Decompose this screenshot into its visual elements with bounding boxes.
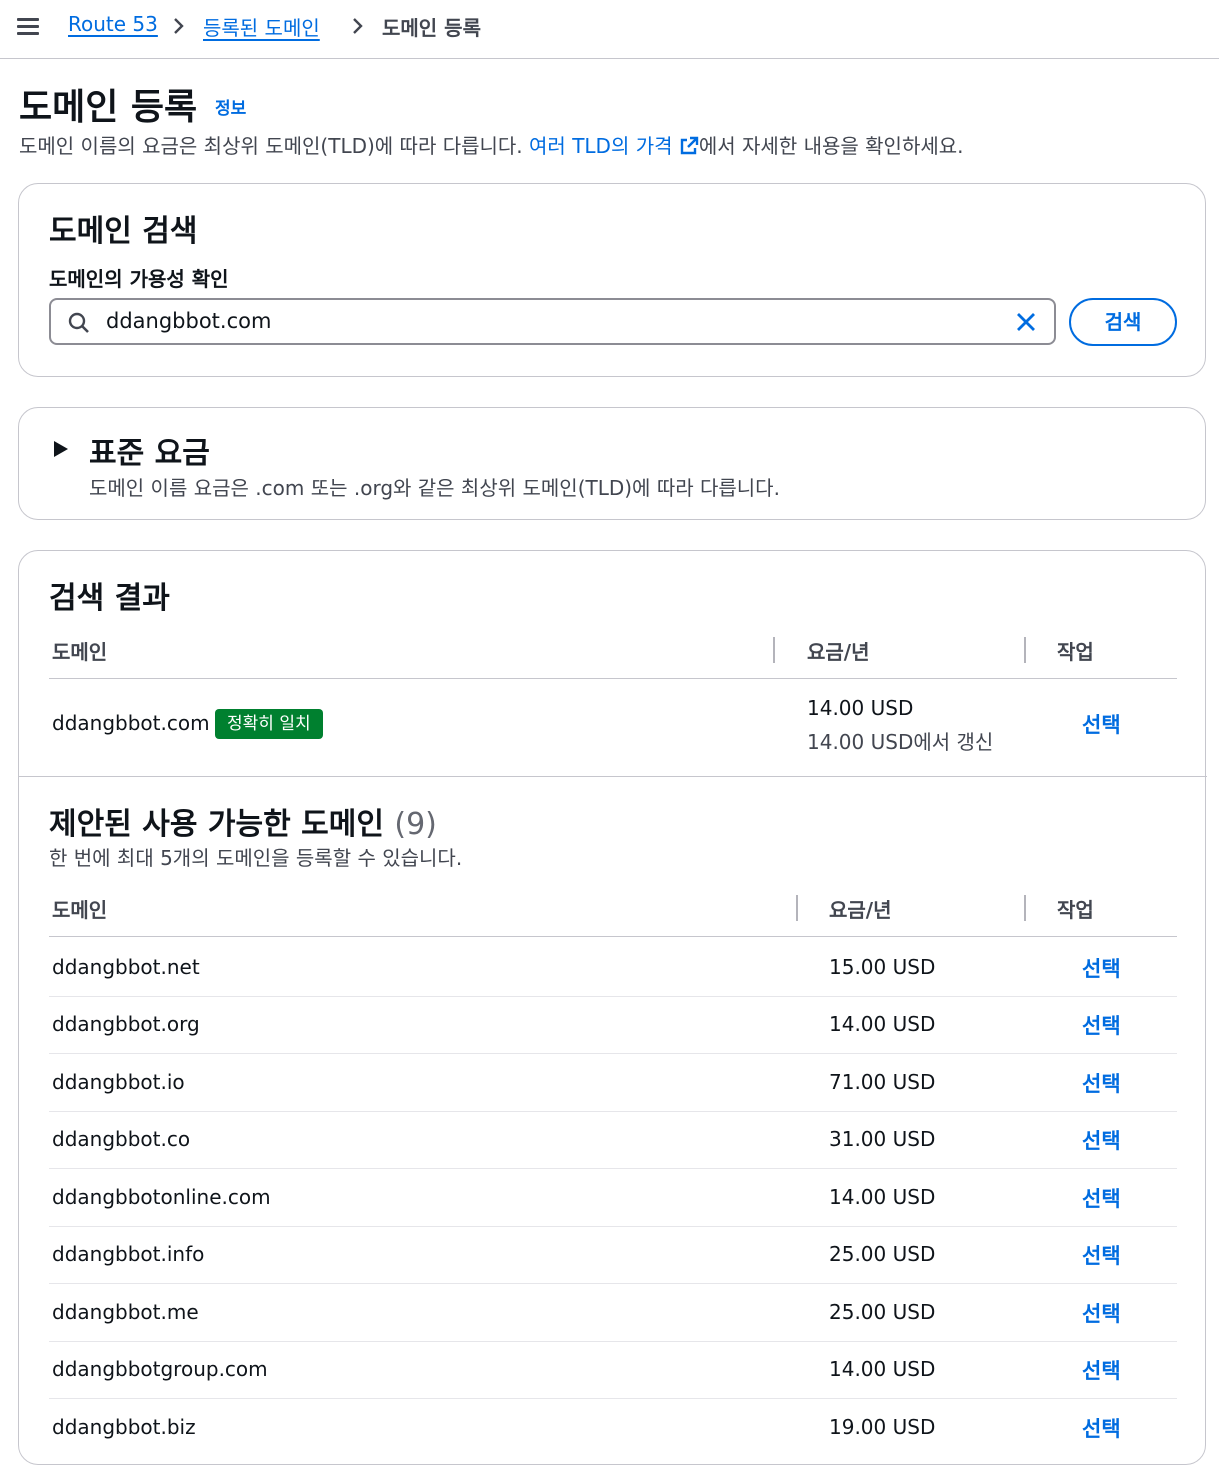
row-divider <box>49 1053 1177 1054</box>
search-results-card: 검색 결과 도메인 요금/년 작업 ddangbbot.com 정확히 일치 1… <box>18 550 1207 1465</box>
suggested-domain: ddangbbot.biz <box>52 1415 196 1439</box>
select-button[interactable]: 선택 <box>1082 1298 1121 1328</box>
breadcrumb-registered-domains[interactable]: 등록된 도메인 <box>203 12 320 41</box>
results-title: 검색 결과 <box>49 581 170 616</box>
select-button[interactable]: 선택 <box>1082 1010 1121 1040</box>
chevron-right-icon <box>174 18 184 34</box>
domain-search-card: 도메인 검색 도메인의 가용성 확인 ddangbbot.com 검색 <box>18 183 1206 377</box>
exact-price: 14.00 USD <box>807 696 914 720</box>
exact-renewal: 14.00 USD에서 갱신 <box>807 730 994 754</box>
column-header-price: 요금/년 <box>807 640 870 664</box>
suggested-domain: ddangbbot.io <box>52 1070 185 1094</box>
header-divider <box>49 678 1177 679</box>
suggested-price: 25.00 USD <box>829 1242 936 1266</box>
exact-domain: ddangbbot.com <box>52 711 210 735</box>
select-button[interactable]: 선택 <box>1082 1355 1121 1385</box>
page-description: 도메인 이름의 요금은 최상위 도메인(TLD)에 따라 다릅니다. 여러 TL… <box>19 130 964 159</box>
suggested-price: 14.00 USD <box>829 1012 936 1036</box>
suggested-title: 제안된 사용 가능한 도메인 (9) <box>49 799 437 843</box>
suggested-price: 71.00 USD <box>829 1070 936 1094</box>
search-icon <box>68 312 89 333</box>
header-divider <box>49 936 1177 937</box>
suggested-price: 14.00 USD <box>829 1357 936 1381</box>
info-link[interactable]: 정보 <box>215 94 246 119</box>
row-divider <box>49 996 1177 997</box>
row-divider <box>49 1398 1177 1399</box>
suggested-price: 14.00 USD <box>829 1185 936 1209</box>
column-divider <box>796 895 798 921</box>
description-suffix: 에서 자세한 내용을 확인하세요. <box>698 134 964 158</box>
breadcrumb-route53[interactable]: Route 53 <box>68 12 158 36</box>
page-title: 도메인 등록 <box>19 87 198 128</box>
menu-icon[interactable] <box>17 16 39 38</box>
suggested-price: 31.00 USD <box>829 1127 936 1151</box>
suggested-price: 19.00 USD <box>829 1415 936 1439</box>
suggested-domain: ddangbbot.co <box>52 1127 191 1151</box>
row-divider <box>49 1341 1177 1342</box>
description-text: 도메인 이름의 요금은 최상위 도메인(TLD)에 따라 다릅니다. <box>19 134 530 158</box>
caret-right-icon[interactable] <box>53 440 69 458</box>
suggested-domain: ddangbbotonline.com <box>52 1185 271 1209</box>
suggested-price: 15.00 USD <box>829 955 936 979</box>
select-button[interactable]: 선택 <box>1082 1183 1121 1213</box>
select-button[interactable]: 선택 <box>1082 1068 1121 1098</box>
row-divider <box>49 1226 1177 1227</box>
select-button[interactable]: 선택 <box>1082 1413 1121 1443</box>
select-button[interactable]: 선택 <box>1082 1125 1121 1155</box>
suggested-domain: ddangbbot.info <box>52 1242 205 1266</box>
column-divider <box>773 637 775 663</box>
select-exact-button[interactable]: 선택 <box>1082 709 1121 739</box>
close-icon[interactable] <box>1014 310 1038 334</box>
search-section-title: 도메인 검색 <box>49 214 198 249</box>
search-input-value: ddangbbot.com <box>106 309 272 333</box>
suggested-count: (9) <box>394 807 437 842</box>
suggested-domain: ddangbbot.me <box>52 1300 199 1324</box>
column-header-price: 요금/년 <box>829 898 892 922</box>
column-header-domain: 도메인 <box>52 898 108 922</box>
tld-pricing-link[interactable]: 여러 TLD의 가격 <box>529 134 699 158</box>
suggested-domain: ddangbbotgroup.com <box>52 1357 268 1381</box>
column-header-action: 작업 <box>1057 640 1094 664</box>
tld-pricing-link-label: 여러 TLD의 가격 <box>529 134 673 158</box>
section-divider <box>19 776 1207 777</box>
exact-match-badge: 정확히 일치 <box>215 709 323 739</box>
pricing-section-title[interactable]: 표준 요금 <box>89 428 210 472</box>
column-header-domain: 도메인 <box>52 640 108 664</box>
chevron-right-icon <box>353 18 363 34</box>
select-button[interactable]: 선택 <box>1082 1240 1121 1270</box>
suggested-domain: ddangbbot.org <box>52 1012 200 1036</box>
suggested-description: 한 번에 최대 5개의 도메인을 등록할 수 있습니다. <box>49 846 463 870</box>
row-divider <box>49 1168 1177 1169</box>
column-divider <box>1024 895 1026 921</box>
domain-search-input[interactable]: ddangbbot.com <box>49 298 1056 345</box>
external-link-icon <box>680 136 699 155</box>
search-field-label: 도메인의 가용성 확인 <box>49 267 229 291</box>
suggested-price: 25.00 USD <box>829 1300 936 1324</box>
column-divider <box>1024 637 1026 663</box>
top-bar: Route 53 등록된 도메인 도메인 등록 <box>0 0 1219 59</box>
row-divider <box>49 1283 1177 1284</box>
breadcrumb-current: 도메인 등록 <box>382 16 481 40</box>
pricing-section-description: 도메인 이름 요금은 .com 또는 .org와 같은 최상위 도메인(TLD)… <box>89 476 780 500</box>
suggested-title-text: 제안된 사용 가능한 도메인 <box>49 807 384 842</box>
select-button[interactable]: 선택 <box>1082 953 1121 983</box>
suggested-domain: ddangbbot.net <box>52 955 200 979</box>
column-header-action: 작업 <box>1057 898 1094 922</box>
standard-pricing-card: 표준 요금 도메인 이름 요금은 .com 또는 .org와 같은 최상위 도메… <box>18 407 1206 520</box>
row-divider <box>49 1111 1177 1112</box>
search-button[interactable]: 검색 <box>1069 298 1177 346</box>
